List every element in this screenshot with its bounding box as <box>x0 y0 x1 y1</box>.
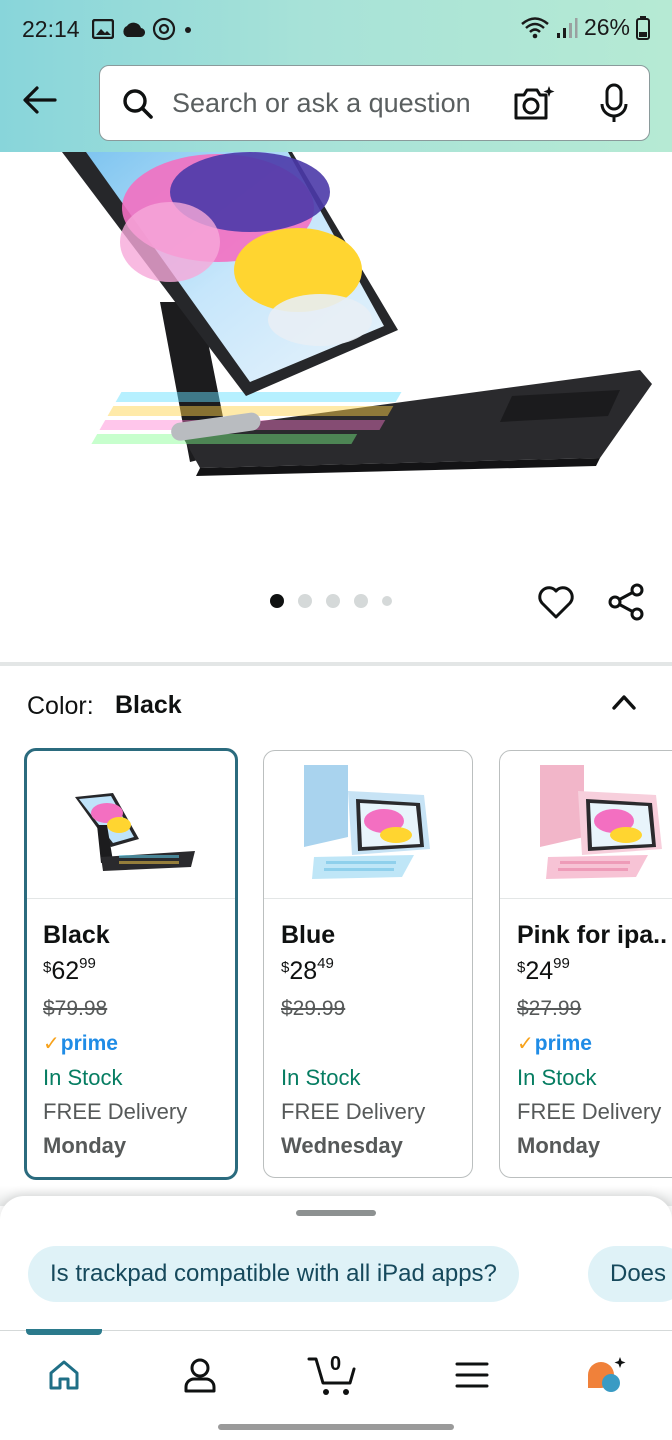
keyboard-case-illustration <box>62 152 652 476</box>
variant-thumbnail <box>264 751 472 899</box>
battery-level: 26% <box>583 14 630 40</box>
collapse-color-button[interactable] <box>606 684 642 720</box>
wishlist-button[interactable] <box>536 582 576 622</box>
variant-name: Blue <box>281 921 336 949</box>
variant-price: $2849 <box>281 955 334 986</box>
price-whole: 24 <box>525 957 554 985</box>
gallery-icon <box>92 19 114 39</box>
threads-icon <box>152 17 176 41</box>
status-right: 26% <box>520 14 650 41</box>
voice-search-button[interactable] <box>594 82 634 126</box>
home-icon <box>49 1360 79 1390</box>
heart-icon <box>538 586 574 619</box>
blue-case-image <box>304 765 430 879</box>
search-bar[interactable] <box>99 65 650 141</box>
price-currency: $ <box>281 959 290 976</box>
nav-rufus[interactable] <box>582 1351 630 1399</box>
status-time: 22:14 <box>22 16 80 42</box>
variant-card-black[interactable]: Black $6299 $79.98 ✓ prime In Stock FREE … <box>24 748 238 1180</box>
chevron-up-icon <box>612 695 636 710</box>
suggestion-chip[interactable]: Does <box>588 1246 672 1302</box>
search-input[interactable] <box>172 66 502 140</box>
suggestions-sheet[interactable]: Is trackpad compatible with all iPad app… <box>0 1196 672 1332</box>
price-whole: 62 <box>51 957 80 985</box>
signal-icon <box>556 17 578 38</box>
carousel-dot[interactable] <box>354 594 368 608</box>
share-icon <box>608 583 644 621</box>
price-whole: 28 <box>289 957 318 985</box>
prime-label: prime <box>534 1031 592 1055</box>
section-divider <box>0 662 672 666</box>
prime-check-icon: ✓ <box>43 1033 60 1055</box>
price-currency: $ <box>43 959 52 976</box>
microphone-icon <box>600 83 628 122</box>
variant-list-price: $27.99 <box>517 997 582 1020</box>
search-icon <box>123 89 153 119</box>
color-label: Color: <box>27 692 94 720</box>
account-icon <box>184 1358 216 1393</box>
back-button[interactable] <box>18 78 62 122</box>
bottom-nav: 0 <box>0 1329 672 1414</box>
prime-badge: ✓ prime <box>43 1031 118 1056</box>
pink-case-image <box>540 765 662 879</box>
variant-list-price: $79.98 <box>43 997 108 1020</box>
selected-color: Black <box>115 691 182 719</box>
variant-price: $2499 <box>517 955 570 986</box>
top-header: 22:14 26% <box>0 0 672 152</box>
menu-icon <box>455 1362 489 1388</box>
variant-stock: In Stock <box>517 1065 597 1090</box>
camera-icon <box>514 86 555 120</box>
nav-account[interactable] <box>176 1351 224 1399</box>
nav-home[interactable] <box>40 1351 88 1399</box>
variant-delivery-day: Wednesday <box>281 1133 403 1158</box>
price-fraction: 99 <box>79 955 96 972</box>
rufus-icon <box>588 1357 626 1392</box>
variant-thumbnail <box>27 751 235 899</box>
suggestion-chip[interactable]: Is trackpad compatible with all iPad app… <box>28 1246 519 1302</box>
wifi-icon <box>521 16 549 38</box>
variant-delivery-day: Monday <box>517 1133 601 1158</box>
carousel-dot[interactable] <box>298 594 312 608</box>
variant-stock: In Stock <box>43 1065 123 1090</box>
variant-delivery: FREE Delivery <box>43 1099 188 1124</box>
prime-badge: ✓ prime <box>517 1031 592 1056</box>
variant-stock: In Stock <box>281 1065 361 1090</box>
status-bar: 22:14 26% <box>0 0 672 60</box>
nav-menu[interactable] <box>448 1351 496 1399</box>
status-notification-icons <box>92 17 194 41</box>
variant-delivery: FREE Delivery <box>517 1099 662 1124</box>
share-button[interactable] <box>606 582 646 622</box>
camera-search-button[interactable] <box>512 84 556 124</box>
prime-label: prime <box>60 1031 118 1055</box>
price-fraction: 99 <box>553 955 570 972</box>
cart-count: 0 <box>330 1353 342 1375</box>
back-arrow-icon <box>23 86 57 114</box>
variant-delivery-day: Monday <box>43 1133 127 1158</box>
prime-check-icon: ✓ <box>517 1033 534 1055</box>
dot-icon <box>185 27 191 33</box>
variant-name: Pink for ipa.. <box>517 921 668 949</box>
nav-active-indicator <box>26 1329 102 1335</box>
variant-thumbnail <box>500 751 672 899</box>
product-main-image[interactable] <box>0 152 672 572</box>
nav-cart[interactable]: 0 <box>306 1351 362 1399</box>
price-fraction: 49 <box>317 955 334 972</box>
carousel-dot-active[interactable] <box>270 594 284 608</box>
variant-card-blue[interactable]: Blue $2849 $29.99 In Stock FREE Delivery… <box>263 750 473 1178</box>
cloud-icon <box>123 22 146 38</box>
variant-card-pink[interactable]: Pink for ipa.. $2499 $27.99 ✓ prime In St… <box>499 750 672 1178</box>
image-carousel-indicator[interactable] <box>270 594 392 608</box>
gesture-bar[interactable] <box>218 1424 454 1430</box>
carousel-dot[interactable] <box>382 596 392 606</box>
price-currency: $ <box>517 959 526 976</box>
variant-delivery: FREE Delivery <box>281 1099 426 1124</box>
variant-name: Black <box>43 921 110 949</box>
battery-icon <box>636 15 650 40</box>
black-case-image <box>75 793 195 871</box>
variant-price: $6299 <box>43 955 96 986</box>
sheet-drag-handle[interactable] <box>296 1210 376 1216</box>
carousel-dot[interactable] <box>326 594 340 608</box>
variant-list-price: $29.99 <box>281 997 346 1020</box>
